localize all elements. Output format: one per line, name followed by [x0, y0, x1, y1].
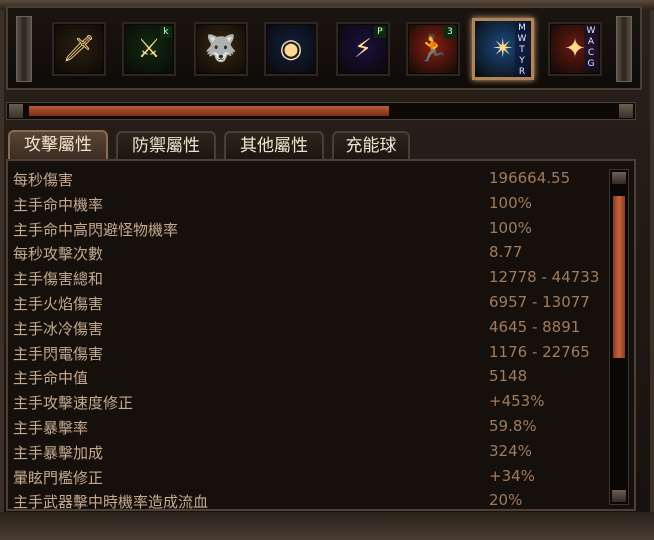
stats-panel: 每秒傷害 196664.55 主手命中機率 100% 主手命中高閃避怪物機率 100% 每秒… [6, 159, 636, 511]
scroll-down-button[interactable] [612, 490, 626, 502]
beast-skill-icon: 🐺 [204, 34, 238, 64]
stat-label: 主手閃電傷害 [13, 344, 104, 363]
stat-value: 20% [489, 491, 523, 510]
scroll-up-button[interactable] [612, 172, 626, 184]
tab-attack[interactable]: 攻擊屬性 [8, 130, 108, 160]
stat-label: 暈眩門檻修正 [13, 468, 104, 487]
skill-bar-right-cap [616, 16, 632, 82]
stat-label: 主手暴擊加成 [13, 443, 104, 462]
stat-value: 5148 [489, 367, 528, 386]
scroll-thumb[interactable] [613, 196, 625, 358]
tab-defense[interactable]: 防禦屬性 [116, 131, 216, 159]
sword-skill-icon: 🗡 [62, 34, 96, 64]
stat-row: 主手命中值 5148 [8, 365, 603, 390]
stat-row: 主手暴擊率 59.8% [8, 415, 603, 440]
progress-left-cap [9, 104, 23, 118]
skill-slot[interactable]: 🗡 [52, 22, 106, 76]
stat-label: 每秒攻擊次數 [13, 245, 104, 264]
stat-label: 主手火焰傷害 [13, 294, 104, 313]
tab-other[interactable]: 其他屬性 [224, 131, 324, 159]
skill-slot[interactable]: ✴ M W T Y R [472, 18, 534, 80]
stat-label: 主手武器擊中時機率造成流血 [13, 493, 209, 511]
skill-link-letter: T [519, 45, 525, 55]
stat-value: 4645 - 8891 [489, 317, 581, 336]
stat-value: 100% [489, 193, 532, 212]
stat-label: 主手攻擊速度修正 [13, 394, 134, 413]
stat-label: 主手命中高閃避怪物機率 [13, 220, 179, 239]
skill-link-letter: A [587, 37, 595, 47]
skill-link-letter: M [518, 23, 526, 33]
frame-bottom-border [0, 512, 654, 540]
stat-row: 主手命中機率 100% [8, 192, 603, 217]
stat-row: 主手閃電傷害 1176 - 22765 [8, 341, 603, 366]
stats-scrollbar[interactable] [609, 169, 629, 505]
skill-bar: 🗡 ⚔ k 🐺 ◉ ⚡ P 🏃 3 ✴ M W T Y R ✦ W A C G [6, 6, 642, 90]
stat-value: 12778 - 44733 [489, 268, 600, 287]
ring-orb-skill-icon: ◉ [279, 34, 303, 64]
skill-link-letter: W [586, 26, 596, 36]
stat-label: 主手冰冷傷害 [13, 319, 104, 338]
stat-row: 主手暴擊加成 324% [8, 440, 603, 465]
experience-bar-fill [29, 106, 389, 116]
skill-link-letter: W [517, 34, 527, 44]
skill-link-letter: Y [519, 56, 525, 66]
skill-link-letters: WACG [584, 26, 598, 70]
stat-row: 主手攻擊速度修正 +453% [8, 390, 603, 415]
skill-slot[interactable]: ⚡ P [336, 22, 390, 76]
stat-label: 主手傷害總和 [13, 270, 104, 289]
skill-link-letters: MWTYR [515, 23, 529, 77]
stat-row: 主手火焰傷害 6957 - 13077 [8, 291, 603, 316]
stat-value: +453% [489, 392, 545, 411]
stat-row: 每秒傷害 196664.55 [8, 167, 603, 192]
stat-value: 196664.55 [489, 169, 571, 187]
stat-value: 59.8% [489, 416, 537, 435]
skill-key-badge: P [374, 26, 386, 38]
stat-row: 每秒攻擊次數 8.77 [8, 241, 603, 266]
stat-row: 主手傷害總和 12778 - 44733 [8, 266, 603, 291]
skill-slot[interactable]: ✦ W A C G [548, 22, 602, 76]
experience-bar [6, 102, 636, 120]
stat-value: 8.77 [489, 243, 523, 262]
stat-value: 324% [489, 441, 532, 460]
skill-slot[interactable]: 🏃 3 [406, 22, 460, 76]
tab-charges[interactable]: 充能球 [332, 131, 410, 159]
skill-key-badge: k [160, 26, 172, 38]
skill-slot[interactable]: ◉ [264, 22, 318, 76]
skill-link-letter: G [587, 59, 595, 69]
stat-label: 主手暴擊率 [13, 418, 89, 437]
skill-link-letter: C [587, 48, 595, 58]
skill-key-badge: 3 [444, 26, 456, 38]
stat-value: 1176 - 22765 [489, 342, 590, 361]
stat-value: 6957 - 13077 [489, 292, 590, 311]
skill-slot[interactable]: 🐺 [194, 22, 248, 76]
skill-bar-left-cap [16, 16, 32, 82]
stat-label: 主手命中機率 [13, 195, 104, 214]
stat-label: 主手命中值 [13, 369, 89, 388]
stat-value: +34% [489, 466, 535, 485]
skill-slot[interactable]: ⚔ k [122, 22, 176, 76]
skill-link-letter: R [518, 67, 526, 77]
progress-right-cap [619, 104, 633, 118]
stat-row: 主手冰冷傷害 4645 - 8891 [8, 316, 603, 341]
stat-label: 每秒傷害 [13, 171, 74, 189]
stat-value: 100% [489, 218, 532, 237]
stat-row: 主手命中高閃避怪物機率 100% [8, 217, 603, 242]
stats-list: 每秒傷害 196664.55 主手命中機率 100% 主手命中高閃避怪物機率 100% 每秒… [8, 167, 603, 511]
stat-row: 暈眩門檻修正 +34% [8, 465, 603, 490]
stat-row: 主手武器擊中時機率造成流血 20% [8, 489, 603, 511]
